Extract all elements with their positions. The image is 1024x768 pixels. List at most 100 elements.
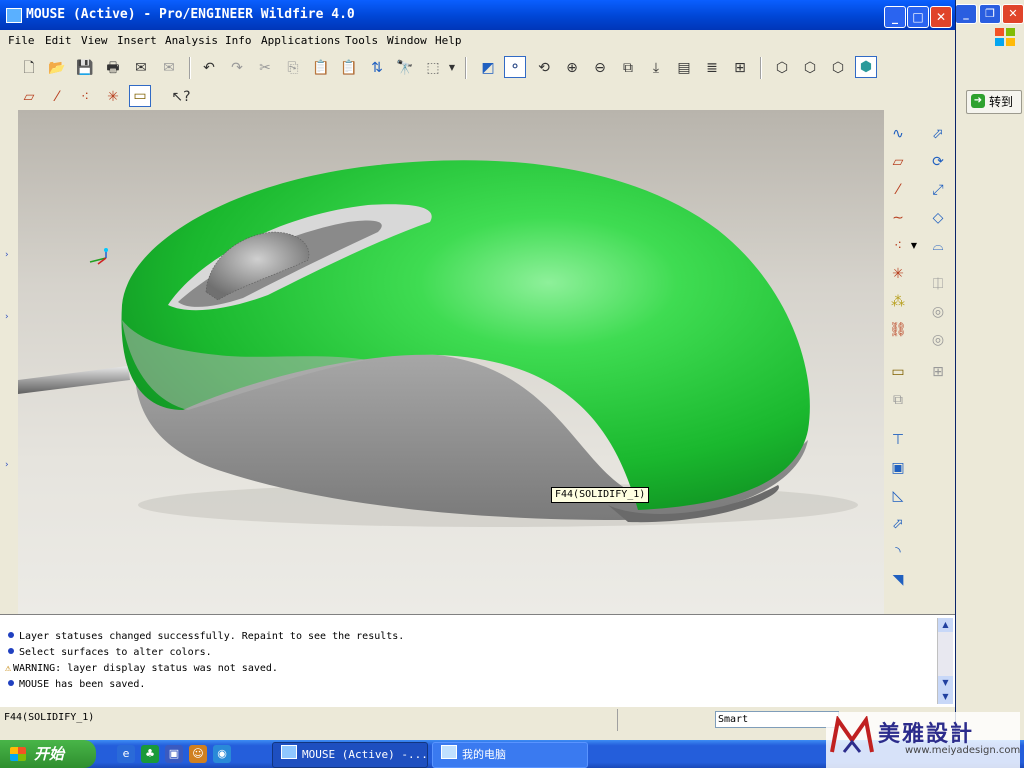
shell-icon[interactable]: ▣ (886, 456, 910, 480)
save-icon[interactable]: 💾 (74, 57, 96, 79)
start-button[interactable]: 开始 (0, 740, 96, 768)
scroll-end-icon[interactable]: ▼ (938, 690, 953, 704)
annotation-feature-icon[interactable]: ▭ (886, 360, 910, 384)
pattern-icon[interactable]: ⊞ (926, 360, 950, 384)
menu-window[interactable]: Window (387, 34, 427, 47)
selection-box-icon[interactable]: ⬚ (422, 57, 444, 79)
revolve-icon[interactable]: ⟳ (926, 150, 950, 174)
annotations-icon[interactable]: ▭ (129, 85, 151, 107)
graphics-window[interactable] (18, 110, 884, 614)
extrude-icon[interactable]: ⬀ (926, 122, 950, 146)
task-my-computer[interactable]: 我的电脑 (432, 742, 588, 768)
expand-arrow-icon[interactable]: › (5, 312, 9, 322)
menu-tools[interactable]: Tools (345, 34, 378, 47)
sketch-tool-icon[interactable]: ∿ (886, 122, 910, 146)
mouse-model[interactable] (18, 110, 884, 614)
merge-icon[interactable]: ◎ (926, 300, 950, 324)
expand-arrow-icon[interactable]: › (5, 460, 9, 470)
menu-edit[interactable]: Edit (45, 34, 72, 47)
datum-plane-tool-icon[interactable]: ▱ (886, 150, 910, 174)
shading-icon[interactable]: ⬢ (855, 56, 877, 78)
sweep-icon[interactable]: ⤢ (926, 178, 950, 202)
hidden-line-icon[interactable]: ⬡ (799, 57, 821, 79)
task-proe[interactable]: MOUSE (Active) -... (272, 742, 428, 768)
draft-icon[interactable]: ⬀ (886, 512, 910, 536)
datum-toolbar: ▱ ⁄ ⁖ ✳ ▭ ↖? (0, 84, 955, 110)
maximize-button[interactable]: □ (907, 6, 929, 28)
datum-planes-icon[interactable]: ▱ (18, 86, 40, 108)
network-icon[interactable]: ♣ (141, 745, 159, 763)
mirror-icon[interactable]: ⎅ (926, 272, 950, 296)
email-link-icon[interactable]: ✉ (158, 57, 180, 79)
coordinate-systems-icon[interactable]: ✳ (102, 86, 124, 108)
expand-arrow-icon[interactable]: › (5, 250, 9, 260)
zoom-out-icon[interactable]: ⊖ (589, 57, 611, 79)
menu-view[interactable]: View (81, 34, 108, 47)
reorient-icon[interactable]: ⤓ (645, 57, 667, 79)
context-help-icon[interactable]: ↖? (170, 86, 192, 108)
print-icon[interactable]: 🖶 (102, 57, 124, 79)
selection-filter[interactable]: Smart (715, 711, 839, 728)
analysis-feature-icon[interactable]: ⁂ (886, 290, 910, 314)
zoom-in-icon[interactable]: ⊕ (561, 57, 583, 79)
background-close-button[interactable]: ✕ (1002, 4, 1024, 24)
trim-icon[interactable]: ◎ (926, 328, 950, 352)
blend-icon[interactable]: ◇ (926, 206, 950, 230)
scroll-up-icon[interactable]: ▲ (938, 618, 953, 632)
rib-icon[interactable]: ◺ (886, 484, 910, 508)
message-scrollbar[interactable]: ▲ ▼ ▼ (937, 618, 953, 704)
menu-applications[interactable]: Applications (261, 34, 340, 47)
menu-insert[interactable]: Insert (117, 34, 157, 47)
datum-curve-icon[interactable]: ∼ (886, 206, 910, 230)
boundary-blend-icon[interactable]: ⌓ (926, 234, 950, 258)
paste-icon[interactable]: 📋 (310, 57, 332, 79)
scroll-down-icon[interactable]: ▼ (938, 676, 953, 690)
ie-icon[interactable]: e (117, 745, 135, 763)
media-icon[interactable]: ◉ (213, 745, 231, 763)
new-file-icon[interactable]: 🗋 (18, 57, 40, 79)
point-dropdown-icon[interactable]: ▼ (908, 234, 920, 258)
datum-axes-icon[interactable]: ⁄ (46, 86, 68, 108)
layers-icon[interactable]: ≣ (701, 57, 723, 79)
wireframe-icon[interactable]: ⬡ (771, 57, 793, 79)
datum-axis-tool-icon[interactable]: ⁄ (886, 178, 910, 202)
orient-mode-icon[interactable]: ⟲ (533, 57, 555, 79)
open-folder-icon[interactable]: 📂 (46, 57, 68, 79)
close-button[interactable]: ✕ (930, 6, 952, 28)
copy-icon[interactable]: ⎘ (282, 57, 304, 79)
view-manager-icon[interactable]: ⊞ (729, 57, 751, 79)
refit-icon[interactable]: ⧉ (617, 57, 639, 79)
selection-dropdown-icon[interactable]: ▼ (446, 57, 458, 79)
minimize-button[interactable]: _ (884, 6, 906, 28)
datum-points-icon[interactable]: ⁖ (74, 86, 96, 108)
cut-icon[interactable]: ✂ (254, 57, 276, 79)
email-icon[interactable]: ✉ (130, 57, 152, 79)
copy-geometry-icon[interactable]: ⧉ (886, 388, 910, 412)
menu-file[interactable]: File (8, 34, 35, 47)
left-sash[interactable]: › › › (0, 110, 18, 614)
menu-help[interactable]: Help (435, 34, 462, 47)
info-bullet-icon (8, 648, 14, 654)
background-restore-button[interactable]: ❐ (979, 4, 1001, 24)
chamfer-icon[interactable]: ◥ (886, 568, 910, 592)
paste-special-icon[interactable]: 📋 (338, 57, 360, 79)
goto-button[interactable]: ➜ 转到 (966, 90, 1022, 114)
background-minimize-button[interactable]: _ (955, 4, 977, 24)
undo-icon[interactable]: ↶ (198, 57, 220, 79)
datum-point-tool-icon[interactable]: ⁖ (886, 234, 910, 258)
datum-chain-icon[interactable]: ⛓ (886, 318, 910, 342)
menu-analysis[interactable]: Analysis (165, 34, 218, 47)
csys-tool-icon[interactable]: ✳ (886, 262, 910, 286)
repaint-icon[interactable]: ◩ (477, 57, 499, 79)
spin-center-icon[interactable]: ⚬ (504, 56, 526, 78)
round-icon[interactable]: ◝ (886, 540, 910, 564)
hole-icon[interactable]: ⊤ (886, 428, 910, 452)
redo-icon[interactable]: ↷ (226, 57, 248, 79)
messenger-icon[interactable]: ☺ (189, 745, 207, 763)
find-icon[interactable]: 🔭 (394, 57, 416, 79)
menu-info[interactable]: Info (225, 34, 252, 47)
desktop-icon[interactable]: ▣ (165, 745, 183, 763)
regenerate-icon[interactable]: ⇅ (366, 57, 388, 79)
no-hidden-icon[interactable]: ⬡ (827, 57, 849, 79)
saved-views-icon[interactable]: ▤ (673, 57, 695, 79)
